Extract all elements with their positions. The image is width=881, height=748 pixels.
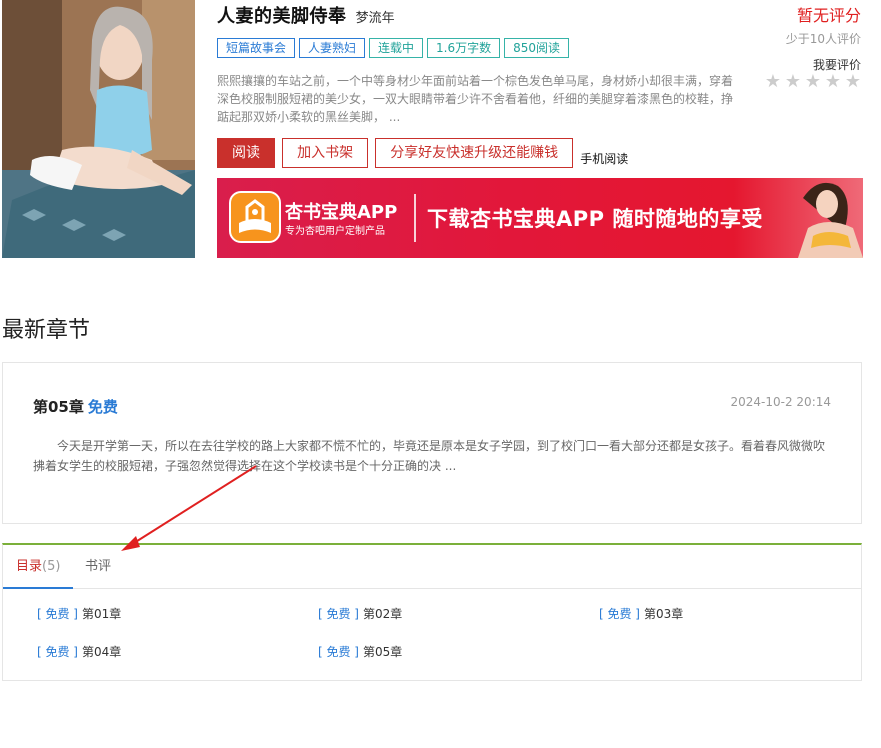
star-icon[interactable]: ★ (843, 73, 861, 91)
star-icon[interactable]: ★ (763, 73, 781, 91)
latest-chapter-link[interactable]: 第05章 免费 (33, 396, 118, 417)
toc-chapter-title[interactable]: 第04章 (82, 645, 121, 659)
latest-chapter-card: 第05章 免费 2024-10-2 20:14 今天是开学第一天，所以在去往学校的… (2, 362, 862, 524)
rating-panel: 暂无评分 少于10人评价 我要评价 ★ ★ ★ ★ ★ (721, 0, 861, 100)
star-icon[interactable]: ★ (783, 73, 801, 91)
toc-chapter-title[interactable]: 第01章 (82, 607, 121, 621)
read-button[interactable]: 阅读 (217, 138, 275, 168)
toc-free-badge: [ 免费 ] (37, 645, 78, 659)
banner-slogan: 下载杏书宝典APP 随时随地的享受 (427, 207, 763, 231)
title-row: 人妻的美脚侍奉 梦流年 (217, 2, 395, 28)
tag-status: 连载中 (369, 38, 424, 58)
tab-toc-label: 目录 (16, 559, 43, 574)
banner-app-name: 杏书宝典APP (285, 202, 398, 223)
toc-chapter-title[interactable]: 第03章 (644, 607, 683, 621)
banner-app-subtitle: 专为杏吧用户定制产品 (285, 226, 385, 237)
tab-review[interactable]: 书评 (85, 545, 111, 589)
toc-free-badge: [ 免费 ] (599, 607, 640, 621)
tab-toc-count: (5) (42, 559, 61, 574)
toc-item[interactable]: [ 免费 ] 第01章 (37, 605, 121, 622)
toc-chapter-title[interactable]: 第05章 (363, 645, 402, 659)
mobile-read-link[interactable]: 手机阅读 (580, 150, 628, 167)
book-cover[interactable] (2, 0, 195, 258)
latest-free-badge: 免费 (87, 398, 118, 416)
banner-model-image (793, 178, 863, 258)
toc-free-badge: [ 免费 ] (318, 645, 359, 659)
book-author[interactable]: 梦流年 (356, 11, 395, 26)
latest-chapter-excerpt: 今天是开学第一天，所以在去往学校的路上大家都不慌不忙的，毕竟还是原本是女子学园，… (33, 439, 826, 473)
toc-item[interactable]: [ 免费 ] 第04章 (37, 643, 121, 660)
banner-divider (414, 194, 416, 242)
tab-toc[interactable]: 目录(5) (3, 545, 73, 589)
no-score-label: 暂无评分 (796, 6, 861, 25)
toc-item[interactable]: [ 免费 ] 第03章 (599, 605, 683, 622)
star-icon[interactable]: ★ (823, 73, 841, 91)
latest-section-title: 最新章节 (2, 318, 91, 343)
app-logo-icon (229, 191, 281, 243)
add-shelf-button[interactable]: 加入书架 (282, 138, 369, 168)
toc-item[interactable]: [ 免费 ] 第02章 (318, 605, 402, 622)
tag-category[interactable]: 短篇故事会 (217, 38, 296, 58)
chapter-tab-panel: 目录(5) 书评 [ 免费 ] 第01章 [ 免费 ] 第02章 [ 免费 ] 第03… (2, 543, 862, 681)
latest-chapter-title[interactable]: 第05章 (33, 398, 84, 416)
latest-chapter-date: 2024-10-2 20:14 (730, 395, 832, 409)
tab-bar: 目录(5) 书评 (3, 545, 861, 589)
star-icon[interactable]: ★ (803, 73, 821, 91)
tag-list: 短篇故事会 人妻熟妇 连载中 1.6万字数 850阅读 (217, 37, 573, 58)
tag-read-count: 850阅读 (504, 38, 570, 58)
toc-chapter-title[interactable]: 第02章 (363, 607, 402, 621)
app-banner[interactable]: 杏书宝典APP 专为杏吧用户定制产品 下载杏书宝典APP 随时随地的享受 (217, 178, 863, 258)
few-rated-label: 少于10人评价 (785, 32, 861, 46)
star-rating[interactable]: ★ ★ ★ ★ ★ (761, 72, 861, 91)
book-description: 熙熙攘攘的车站之前，一个中等身材少年面前站着一个棕色发色单马尾，身材娇小却很丰满… (217, 74, 734, 124)
toc-free-badge: [ 免费 ] (318, 607, 359, 621)
action-bar: 阅读 加入书架 分享好友快速升级还能赚钱 手机阅读 (217, 138, 628, 168)
tag-genre[interactable]: 人妻熟妇 (299, 38, 366, 58)
toc-free-badge: [ 免费 ] (37, 607, 78, 621)
toc-item[interactable]: [ 免费 ] 第05章 (318, 643, 402, 660)
tag-word-count: 1.6万字数 (427, 38, 501, 58)
book-title: 人妻的美脚侍奉 (217, 6, 347, 27)
share-button[interactable]: 分享好友快速升级还能赚钱 (375, 138, 574, 168)
